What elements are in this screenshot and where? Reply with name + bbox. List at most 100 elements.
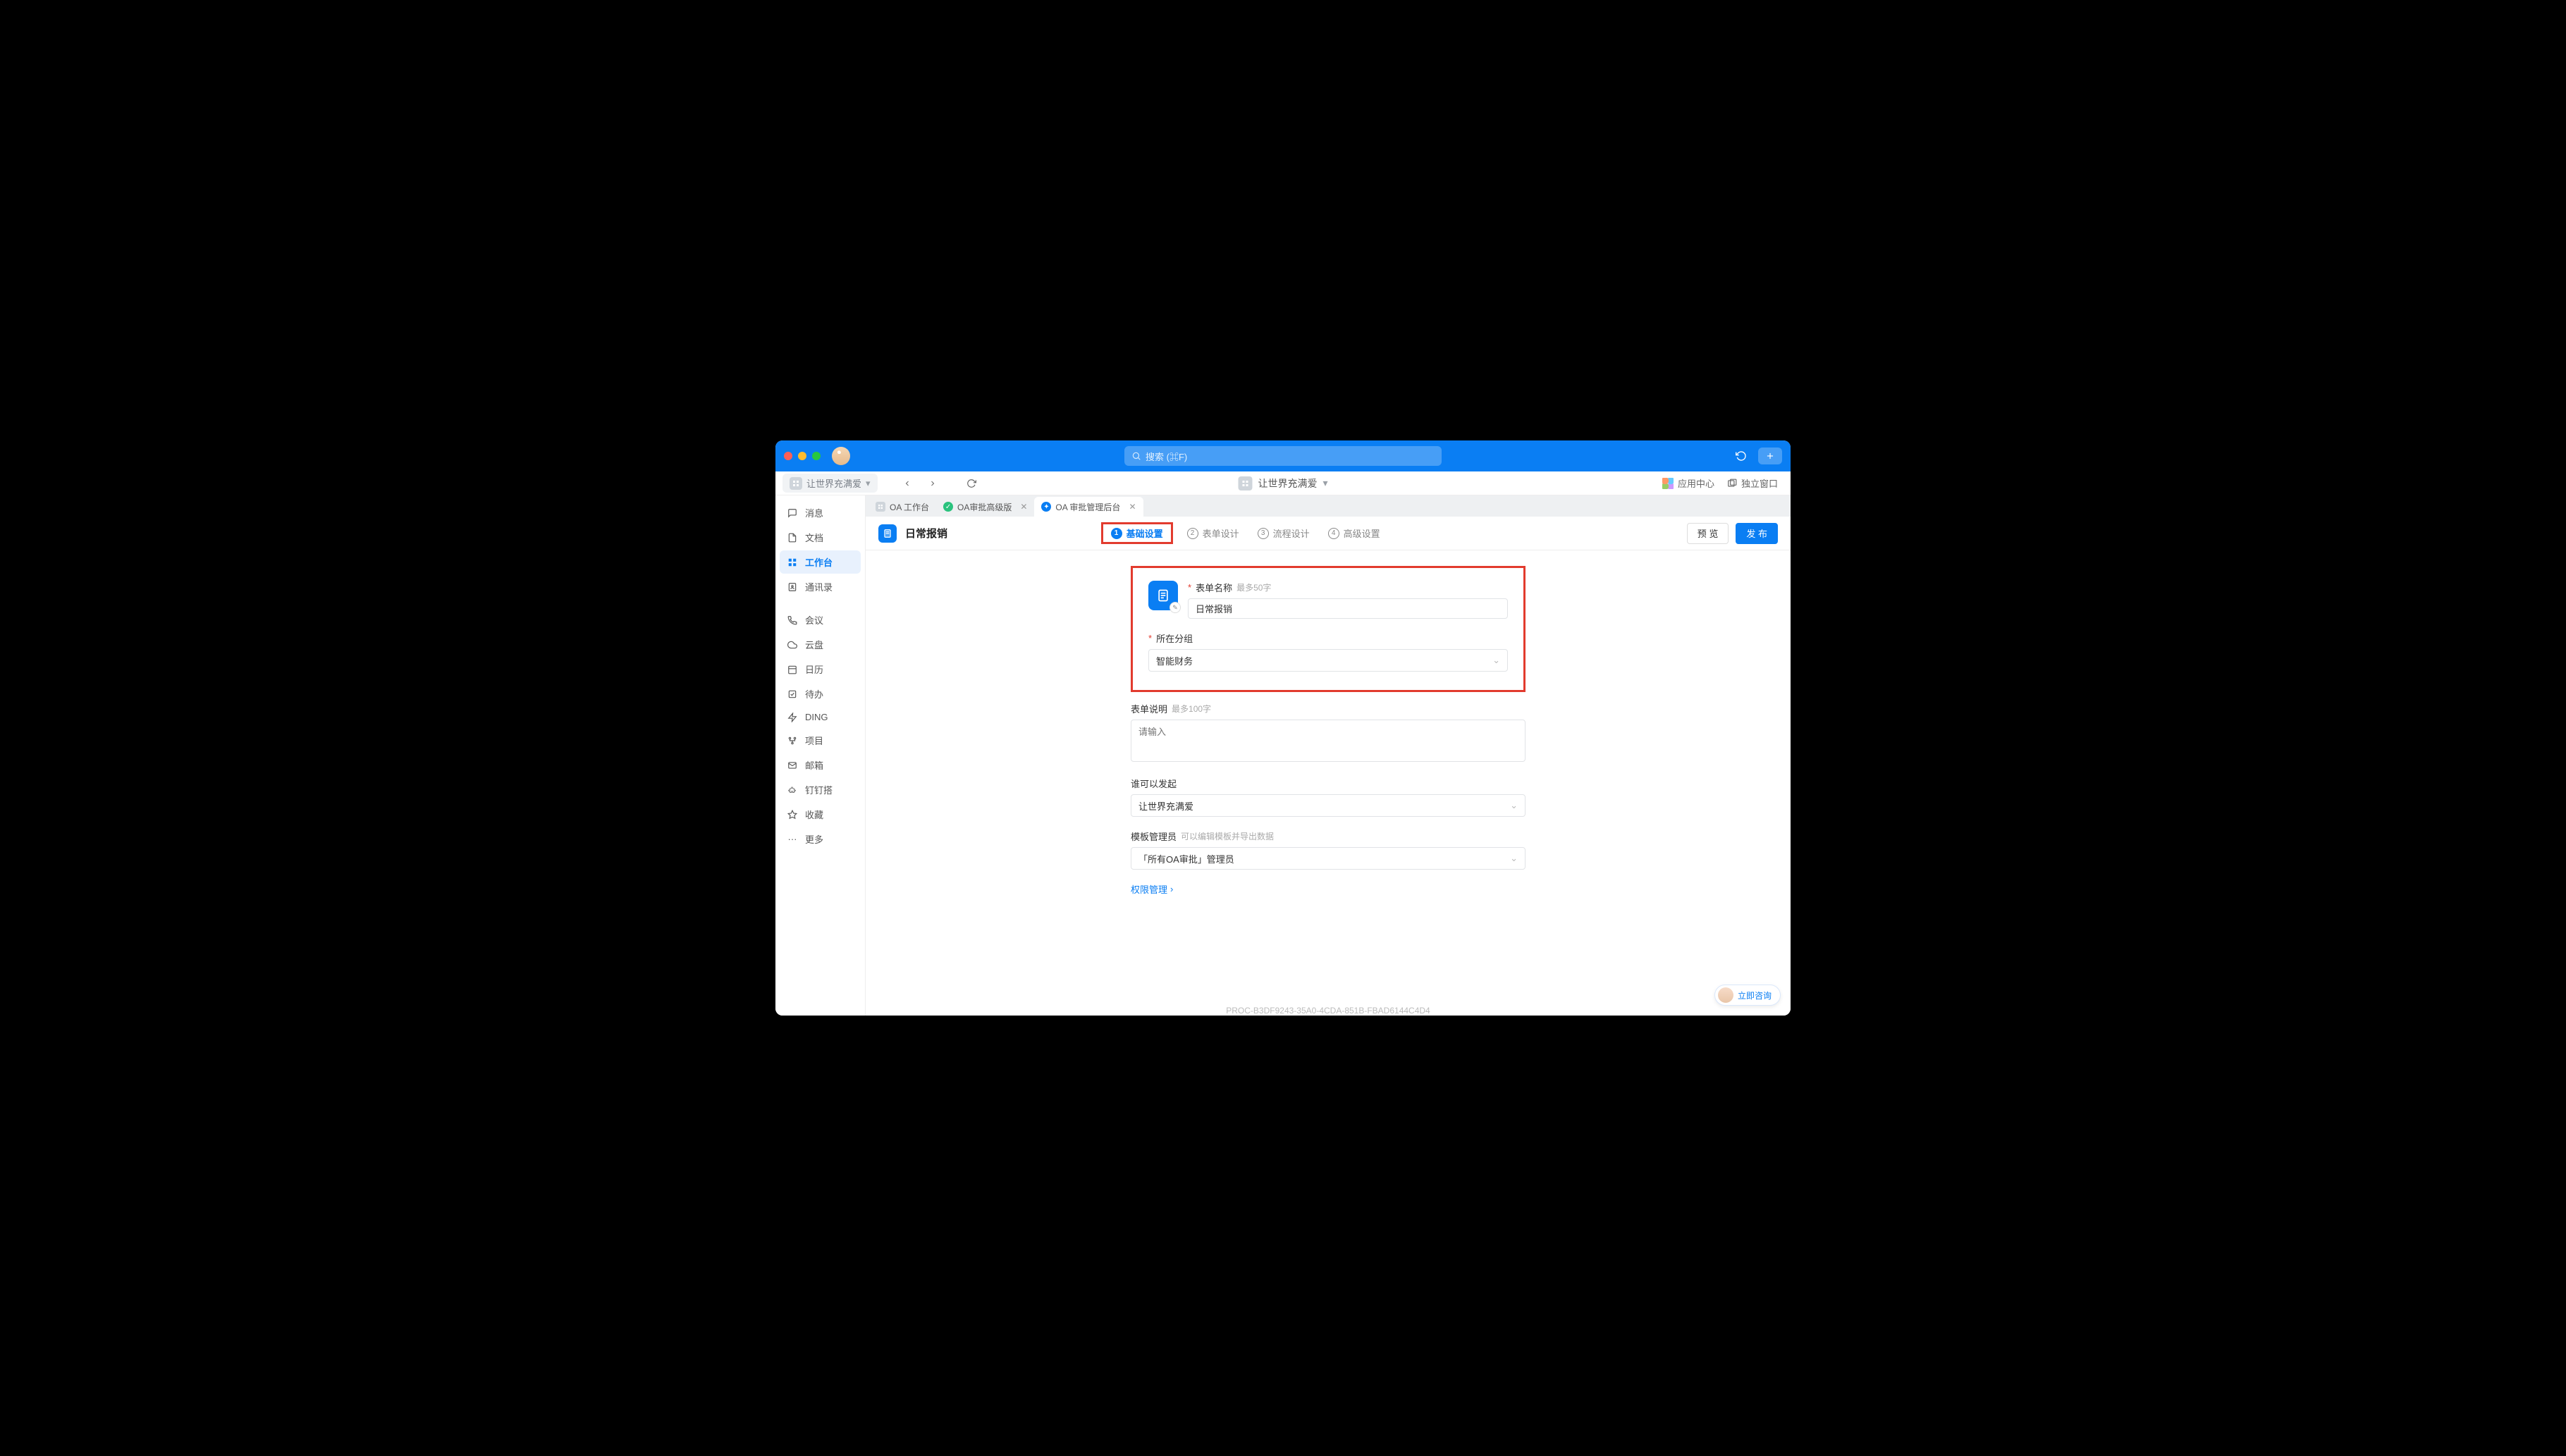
form-name-input[interactable] xyxy=(1188,598,1508,619)
nav-forward[interactable] xyxy=(928,479,940,488)
close-window[interactable] xyxy=(784,452,792,460)
process-id: PROC-B3DF9243-35A0-4CDA-851B-FBAD6144C4D… xyxy=(866,1000,1791,1016)
step-label: 表单设计 xyxy=(1203,526,1239,540)
content: OA 工作台 ✓ OA审批高级版 ✕ ✦ OA 审批管理后台 ✕ 日常报 xyxy=(866,495,1791,1016)
sidebar-item-todo[interactable]: 待办 xyxy=(780,682,861,705)
sidebar-item-project[interactable]: 项目 xyxy=(780,729,861,752)
step-flow-design[interactable]: 3 流程设计 xyxy=(1258,524,1310,542)
minimize-window[interactable] xyxy=(798,452,806,460)
more-icon: ··· xyxy=(787,834,798,844)
sidebar-item-label: 项目 xyxy=(805,734,823,747)
project-icon xyxy=(787,736,798,746)
doc-icon xyxy=(787,533,798,543)
sidebar-item-label: 钉钉搭 xyxy=(805,783,833,796)
sidebar-item-mail[interactable]: 邮箱 xyxy=(780,753,861,777)
refresh-button[interactable] xyxy=(966,479,976,488)
history-icon[interactable] xyxy=(1731,448,1751,464)
permission-link[interactable]: 权限管理 › xyxy=(1131,882,1173,896)
bolt-icon xyxy=(787,712,798,722)
publish-button[interactable]: 发 布 xyxy=(1736,523,1778,544)
chevron-right-icon: › xyxy=(1170,884,1173,894)
workspace-icon xyxy=(790,477,802,490)
chevron-down-icon: ▾ xyxy=(866,478,871,489)
field-admin: 模板管理员 可以编辑模板并导出数据 「所有OA审批」管理员 ⌄ xyxy=(1131,829,1526,870)
field-perm-link: 权限管理 › xyxy=(1131,882,1526,896)
chevron-down-icon: ⌄ xyxy=(1510,853,1518,864)
sidebar-item-contacts[interactable]: 通讯录 xyxy=(780,575,861,598)
preview-button[interactable]: 预 览 xyxy=(1687,523,1729,544)
field-desc: 表单说明 最多100字 xyxy=(1131,702,1526,764)
sidebar-item-dingda[interactable]: 钉钉搭 xyxy=(780,778,861,801)
grid-icon xyxy=(787,557,798,567)
edit-icon: ✎ xyxy=(1170,602,1181,613)
close-icon[interactable]: ✕ xyxy=(1129,502,1136,512)
chevron-down-icon: ▾ xyxy=(1322,477,1327,489)
form-icon xyxy=(878,524,897,543)
app-center-button[interactable]: 应用中心 xyxy=(1662,476,1714,490)
avatar[interactable] xyxy=(832,447,850,465)
field-label: 所在分组 xyxy=(1156,631,1193,645)
sidebar-item-label: 日历 xyxy=(805,662,823,676)
sidebar-item-favorite[interactable]: 收藏 xyxy=(780,803,861,826)
sidebar-item-label: 更多 xyxy=(805,832,823,846)
step-form-design[interactable]: 2 表单设计 xyxy=(1187,524,1239,542)
select-value: 智能财务 xyxy=(1156,654,1193,667)
sub-toolbar: 让世界充满爱 ▾ 让世界充满爱 ▾ 应用中心 xyxy=(775,471,1791,495)
step-label: 基础设置 xyxy=(1127,526,1163,540)
step-number: 1 xyxy=(1111,528,1122,539)
group-select[interactable]: 智能财务 ⌄ xyxy=(1148,649,1508,672)
sidebar-item-workbench[interactable]: 工作台 xyxy=(780,550,861,574)
tab-label: OA 审批管理后台 xyxy=(1055,501,1120,513)
mail-icon xyxy=(787,760,798,770)
new-button[interactable] xyxy=(1758,448,1782,464)
agent-avatar xyxy=(1718,987,1733,1003)
contacts-icon xyxy=(787,582,798,592)
tab-oa-admin[interactable]: ✦ OA 审批管理后台 ✕ xyxy=(1034,497,1143,517)
tab-label: OA审批高级版 xyxy=(957,501,1012,513)
field-label: 表单说明 xyxy=(1131,702,1167,715)
sidebar-item-cloud[interactable]: 云盘 xyxy=(780,633,861,656)
toolbar-right: 应用中心 独立窗口 xyxy=(1662,476,1778,490)
field-group: * 所在分组 智能财务 ⌄ xyxy=(1148,631,1508,672)
field-who: 谁可以发起 让世界充满爱 ⌄ xyxy=(1131,777,1526,817)
consult-button[interactable]: 立即咨询 xyxy=(1714,985,1781,1006)
form-header: 日常报销 1 基础设置 2 表单设计 3 流程设计 4 xyxy=(866,517,1791,550)
sidebar-item-calendar[interactable]: 日历 xyxy=(780,658,861,681)
popout-button[interactable]: 独立窗口 xyxy=(1727,476,1778,490)
tab-oa-workbench[interactable]: OA 工作台 xyxy=(868,497,936,517)
field-label: 模板管理员 xyxy=(1131,829,1177,843)
titlebar: 搜索 (⌘F) xyxy=(775,440,1791,471)
field-hint: 最多50字 xyxy=(1236,581,1271,593)
who-select[interactable]: 让世界充满爱 ⌄ xyxy=(1131,794,1526,817)
step-number: 3 xyxy=(1258,528,1269,539)
form-type-icon[interactable]: ✎ xyxy=(1148,581,1178,610)
maximize-window[interactable] xyxy=(812,452,821,460)
tab-oa-premium[interactable]: ✓ OA审批高级版 ✕ xyxy=(936,497,1034,517)
sidebar-item-ding[interactable]: DING xyxy=(780,707,861,727)
nav-back[interactable] xyxy=(903,479,914,488)
close-icon[interactable]: ✕ xyxy=(1020,502,1027,512)
step-label: 流程设计 xyxy=(1273,526,1310,540)
sidebar-item-meeting[interactable]: 会议 xyxy=(780,608,861,631)
app-badge-icon xyxy=(1238,476,1252,491)
tab-label: OA 工作台 xyxy=(890,501,929,513)
global-search[interactable]: 搜索 (⌘F) xyxy=(1124,446,1442,466)
workspace-switcher[interactable]: 让世界充满爱 ▾ xyxy=(782,474,878,493)
sidebar-item-more[interactable]: ··· 更多 xyxy=(780,827,861,851)
header-actions: 预 览 发 布 xyxy=(1687,523,1778,544)
star-icon xyxy=(787,810,798,820)
app-center-label: 应用中心 xyxy=(1678,476,1714,490)
calendar-icon xyxy=(787,665,798,674)
step-number: 2 xyxy=(1187,528,1198,539)
step-basic[interactable]: 1 基础设置 xyxy=(1105,524,1169,542)
desc-textarea[interactable] xyxy=(1131,720,1526,762)
sidebar-item-messages[interactable]: 消息 xyxy=(780,501,861,524)
admin-select[interactable]: 「所有OA审批」管理员 ⌄ xyxy=(1131,847,1526,870)
field-label: 谁可以发起 xyxy=(1131,777,1177,790)
required-mark: * xyxy=(1148,633,1152,643)
sidebar-item-docs[interactable]: 文档 xyxy=(780,526,861,549)
form-body: ✎ * 表单名称 最多50字 xyxy=(866,550,1791,1016)
puzzle-icon xyxy=(787,785,798,795)
step-advanced[interactable]: 4 高级设置 xyxy=(1328,524,1380,542)
sidebar-item-label: 文档 xyxy=(805,531,823,544)
